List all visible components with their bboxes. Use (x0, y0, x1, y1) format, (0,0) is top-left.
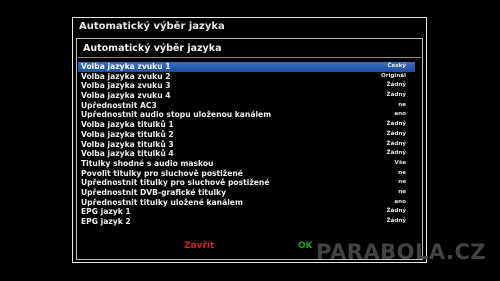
setting-value: Žádný (386, 92, 406, 99)
setting-value: Žádný (386, 150, 406, 157)
setting-value: ne (398, 179, 406, 186)
setting-row[interactable]: Volba jazyka zvuku 4 Žádný (78, 91, 415, 101)
setting-row[interactable]: Volba jazyka zvuku 3 Žádný (78, 81, 415, 91)
setting-value: ne (398, 101, 406, 108)
setting-row[interactable]: Upřednostnit AC3 ne (78, 101, 415, 111)
title-divider (78, 57, 421, 58)
setting-value: Originál (380, 72, 406, 79)
setting-row[interactable]: Volba jazyka zvuku 1 Český (78, 62, 415, 72)
setting-label: EPG jazyk 2 (81, 217, 131, 226)
setting-row[interactable]: EPG jazyk 2 Žádný (78, 217, 415, 227)
setting-value: ne (398, 188, 406, 195)
setting-row[interactable]: Volba jazyka titulků 2 Žádný (78, 130, 415, 140)
setting-label: Volba jazyka titulků 1 (81, 120, 174, 130)
watermark-logo: PARABOLA.CZ (316, 240, 487, 264)
setting-value: Český (387, 63, 406, 69)
setting-row[interactable]: Volba jazyka titulků 1 Žádný (78, 120, 415, 130)
setting-label: Upřednostnit audio stopu uloženou kanále… (81, 110, 272, 120)
settings-window: Automatický výběr jazyka Automatický výb… (72, 17, 427, 263)
setting-value: Žádný (386, 218, 406, 224)
setting-label: Titulky shodné s audio maskou (81, 158, 214, 168)
window-title: Automatický výběr jazyka (79, 21, 225, 32)
setting-row[interactable]: Volba jazyka titulků 4 Žádný (78, 149, 415, 159)
setting-row[interactable]: Upřednostnit titulky uložené kanálem ano (78, 198, 415, 208)
setting-row[interactable]: Volba jazyka zvuku 2 Originál (78, 72, 415, 82)
setting-label: Volba jazyka zvuku 1 (81, 62, 171, 71)
setting-label: Volba jazyka titulků 2 (81, 129, 174, 139)
setting-row[interactable]: Upřednostnit titulky pro sluchově postiž… (78, 178, 415, 188)
setting-label: Upřednostnit DVB-grafické titulky (81, 187, 227, 197)
setting-label: Volba jazyka titulků 4 (81, 149, 174, 159)
setting-value: Žádný (386, 121, 406, 128)
close-button[interactable]: Zavřít (184, 241, 214, 251)
setting-value: Žádný (386, 82, 406, 89)
setting-row[interactable]: EPG jazyk 1 Žádný (78, 207, 415, 217)
setting-label: Volba jazyka zvuku 2 (81, 71, 171, 81)
setting-label: Volba jazyka zvuku 4 (81, 91, 171, 101)
setting-label: EPG jazyk 1 (81, 207, 131, 217)
setting-row[interactable]: Titulky shodné s audio maskou Vše (78, 159, 415, 169)
setting-label: Upřednostnit titulky pro sluchově postiž… (81, 178, 270, 188)
setting-value: Žádný (386, 208, 406, 215)
setting-value: ano (394, 198, 406, 205)
panel-title: Automatický výběr jazyka (83, 43, 222, 54)
setting-value: Žádný (386, 140, 406, 147)
settings-list: Volba jazyka zvuku 1 Český Volba jazyka zv… (78, 62, 415, 227)
setting-value: Vše (394, 159, 406, 166)
setting-value: ne (398, 169, 406, 176)
setting-row[interactable]: Upřednostnit DVB-grafické titulky ne (78, 188, 415, 198)
setting-label: Povolit titulky pro sluchově postižené (81, 168, 243, 178)
setting-row[interactable]: Volba jazyka titulků 3 Žádný (78, 140, 415, 150)
setting-value: ano (394, 111, 406, 118)
setting-label: Volba jazyka titulků 3 (81, 139, 174, 149)
setting-label: Volba jazyka zvuku 3 (81, 81, 171, 91)
ok-button[interactable]: OK (298, 241, 313, 251)
setting-row[interactable]: Upřednostnit audio stopu uloženou kanále… (78, 110, 415, 120)
setting-value: Žádný (386, 130, 406, 137)
setting-row[interactable]: Povolit titulky pro sluchově postižené ne (78, 169, 415, 179)
setting-label: Upřednostnit AC3 (81, 100, 157, 110)
setting-label: Upřednostnit titulky uložené kanálem (81, 197, 243, 207)
